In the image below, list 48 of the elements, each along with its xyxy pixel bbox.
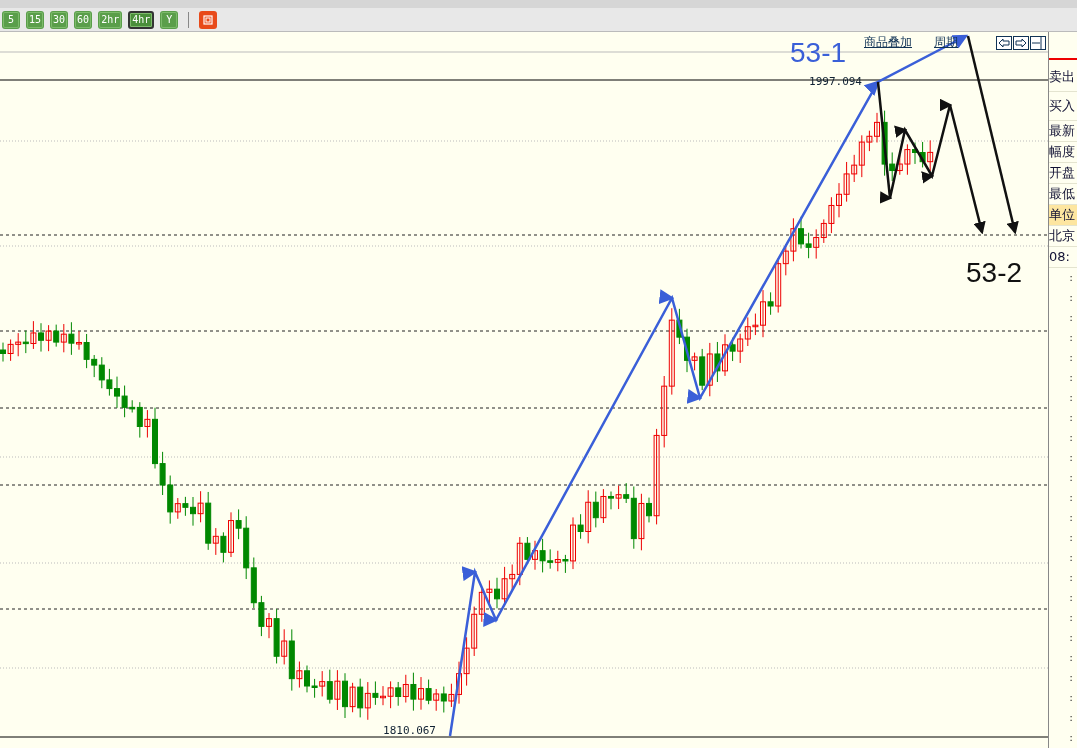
time-cell-text: : bbox=[1068, 670, 1074, 686]
time-cell-text: : bbox=[1068, 370, 1074, 386]
period-button[interactable]: 30 bbox=[50, 10, 69, 29]
time-cell-text: : bbox=[1068, 450, 1074, 466]
period-button[interactable]: 4hr bbox=[128, 10, 155, 29]
price-label: 1997.094 bbox=[809, 75, 862, 88]
time-cell-text: : bbox=[1068, 550, 1074, 566]
time-cell-text: : bbox=[1068, 490, 1074, 506]
window-icon[interactable] bbox=[199, 10, 218, 29]
annotation-label: 53-2 bbox=[966, 257, 1023, 288]
time-cell-text: : bbox=[1068, 610, 1074, 626]
right-arrow-icon[interactable] bbox=[1013, 35, 1029, 50]
period-button[interactable]: 15 bbox=[26, 10, 45, 29]
time-cell-text: : bbox=[1068, 470, 1074, 486]
time-cell-text: : bbox=[1068, 510, 1074, 526]
time-cell-text: : bbox=[1068, 650, 1074, 666]
quote-label: 卖出 bbox=[1049, 63, 1077, 92]
quote-label: 开盘 bbox=[1049, 163, 1077, 184]
time-cell-text: : bbox=[1068, 630, 1074, 646]
price-label: 1810.067 bbox=[383, 724, 436, 737]
annotation-label: 53-1 bbox=[790, 37, 847, 68]
left-arrow-icon[interactable] bbox=[996, 35, 1012, 50]
panel-layout-icon[interactable] bbox=[1030, 35, 1046, 50]
period-button[interactable]: 2hr bbox=[98, 10, 123, 29]
time-cell-text: : bbox=[1068, 730, 1074, 746]
period-button[interactable]: 5 bbox=[2, 10, 20, 29]
quote-label: 单位 bbox=[1049, 205, 1077, 226]
quote-label: 北京 bbox=[1049, 226, 1077, 247]
quote-label: 最新 bbox=[1049, 121, 1077, 142]
period-button[interactable]: 60 bbox=[74, 10, 93, 29]
time-cell-text: : bbox=[1068, 690, 1074, 706]
time-cell-text: : bbox=[1068, 570, 1074, 586]
time-cell-text: : bbox=[1068, 410, 1074, 426]
time-cell-text: : bbox=[1068, 390, 1074, 406]
time-cell-text: : bbox=[1068, 290, 1074, 306]
header-link[interactable]: 商品叠加 bbox=[864, 34, 912, 51]
period-button[interactable]: Y bbox=[160, 10, 179, 29]
time-cell-text: : bbox=[1068, 710, 1074, 726]
time-cell-text: : bbox=[1068, 590, 1074, 606]
quote-label: 08: bbox=[1049, 247, 1077, 268]
time-cell-text: : bbox=[1068, 350, 1074, 366]
time-cell-text: : bbox=[1068, 310, 1074, 326]
time-cell-text: : bbox=[1068, 270, 1074, 286]
quote-label: 幅度 bbox=[1049, 142, 1077, 163]
quote-label: 买入 bbox=[1049, 92, 1077, 121]
time-cell-text: : bbox=[1068, 330, 1074, 346]
time-cell-text: : bbox=[1068, 530, 1074, 546]
time-cell-text: : bbox=[1068, 430, 1074, 446]
